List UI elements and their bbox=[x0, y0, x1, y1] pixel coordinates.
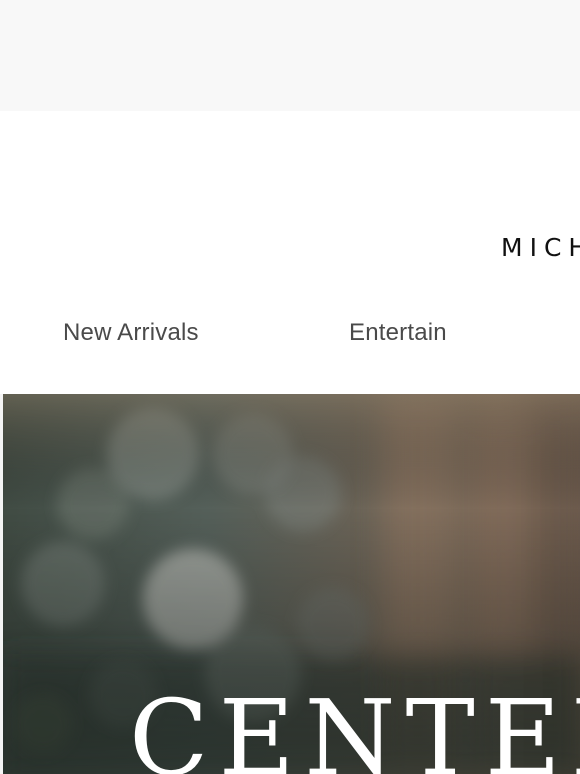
brand-logo[interactable]: MICHAEL ARAM bbox=[501, 235, 580, 260]
nav-link-new-arrivals[interactable]: New Arrivals bbox=[63, 321, 199, 345]
preheader-bar bbox=[0, 0, 580, 111]
hero-title: CENTERPIECE bbox=[129, 677, 580, 774]
email-header: MICHAEL ARAM New Arrivals Entertain bbox=[0, 111, 580, 394]
hero-banner[interactable]: CENTERPIECE bbox=[0, 394, 580, 774]
nav-link-entertain[interactable]: Entertain bbox=[349, 321, 447, 345]
